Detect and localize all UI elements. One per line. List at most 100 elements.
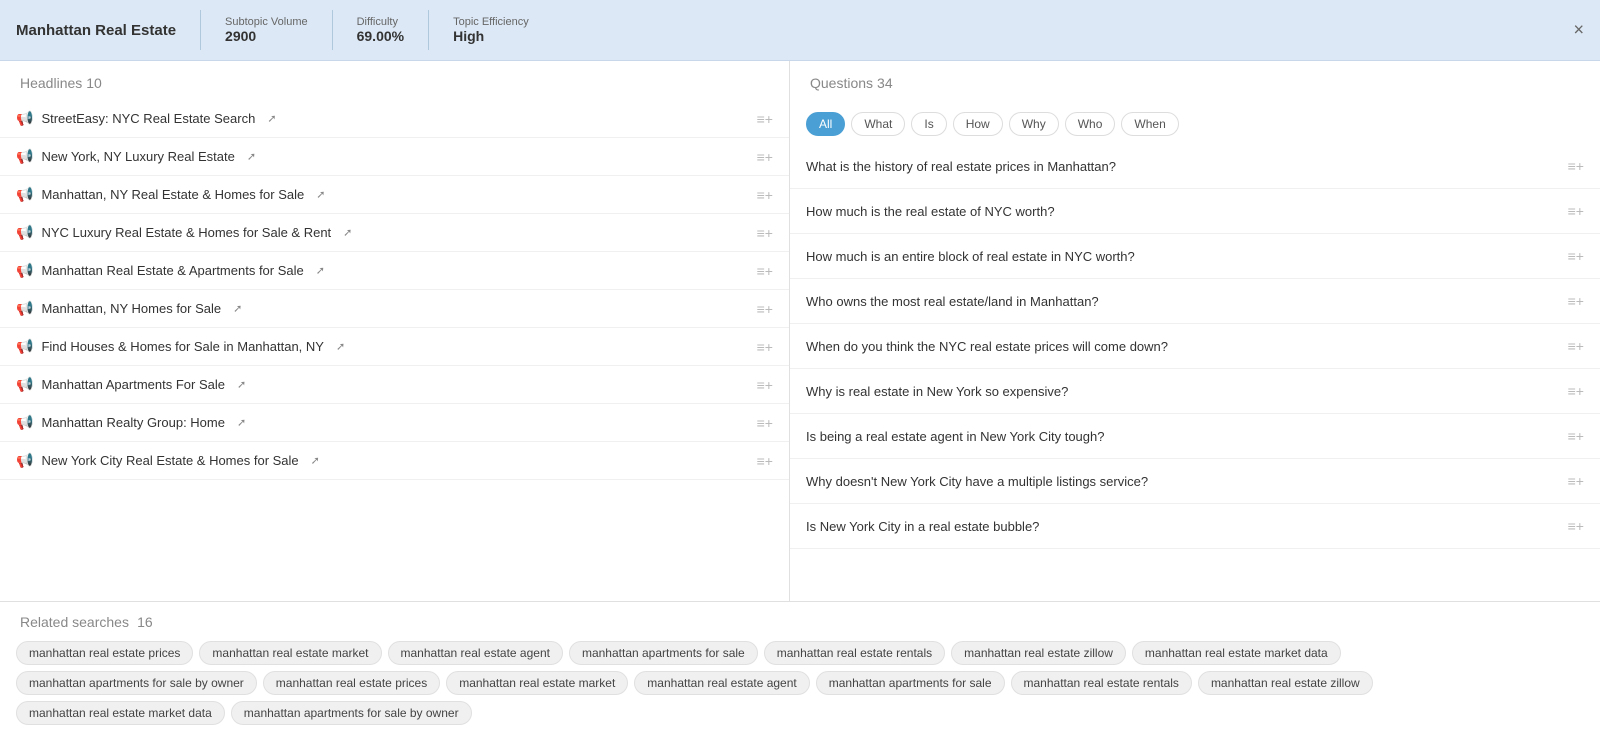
question-action-icon[interactable]: ≡+ [1568,383,1584,399]
headline-item[interactable]: 📢 StreetEasy: NYC Real Estate Search ➚ ≡… [0,100,789,138]
related-tag[interactable]: manhattan real estate market [446,671,628,695]
question-action-icon[interactable]: ≡+ [1568,338,1584,354]
list-action-icon[interactable]: ≡+ [757,301,773,317]
filter-button-all[interactable]: All [806,112,845,136]
topic-efficiency: Topic Efficiency High [453,16,529,44]
headline-text: NYC Luxury Real Estate & Homes for Sale … [41,225,331,240]
external-link-icon[interactable]: ➚ [336,340,345,353]
related-tag[interactable]: manhattan real estate agent [388,641,563,665]
question-item[interactable]: Is being a real estate agent in New York… [790,414,1600,459]
list-action-icon[interactable]: ≡+ [757,149,773,165]
related-tag[interactable]: manhattan real estate rentals [764,641,945,665]
question-action-icon[interactable]: ≡+ [1568,428,1584,444]
subtopic-volume-value: 2900 [225,28,308,44]
external-link-icon[interactable]: ➚ [233,302,242,315]
list-action-icon[interactable]: ≡+ [757,111,773,127]
list-action-icon[interactable]: ≡+ [757,187,773,203]
headline-item[interactable]: 📢 Manhattan Apartments For Sale ➚ ≡+ [0,366,789,404]
external-link-icon[interactable]: ➚ [343,226,352,239]
megaphone-icon: 📢 [16,452,33,469]
question-item[interactable]: How much is the real estate of NYC worth… [790,189,1600,234]
headline-text: Manhattan Apartments For Sale [41,377,225,392]
panels-row: Headlines10 📢 StreetEasy: NYC Real Estat… [0,61,1600,601]
close-button[interactable]: × [1573,20,1584,41]
related-tag[interactable]: manhattan apartments for sale [816,671,1005,695]
related-tag[interactable]: manhattan real estate rentals [1011,671,1192,695]
divider3 [428,10,429,50]
headline-item[interactable]: 📢 Manhattan Real Estate & Apartments for… [0,252,789,290]
external-link-icon[interactable]: ➚ [237,378,246,391]
topic-title: Manhattan Real Estate [16,22,176,39]
related-tag[interactable]: manhattan real estate market data [1132,641,1341,665]
question-item[interactable]: What is the history of real estate price… [790,144,1600,189]
list-action-icon[interactable]: ≡+ [757,453,773,469]
headline-text: Manhattan, NY Real Estate & Homes for Sa… [41,187,304,202]
related-tag[interactable]: manhattan real estate zillow [951,641,1126,665]
question-action-icon[interactable]: ≡+ [1568,293,1584,309]
list-action-icon[interactable]: ≡+ [757,263,773,279]
headline-item[interactable]: 📢 NYC Luxury Real Estate & Homes for Sal… [0,214,789,252]
question-item[interactable]: Why doesn't New York City have a multipl… [790,459,1600,504]
headline-text: Find Houses & Homes for Sale in Manhatta… [41,339,324,354]
related-tag[interactable]: manhattan apartments for sale [569,641,758,665]
related-tag[interactable]: manhattan real estate prices [16,641,193,665]
list-action-icon[interactable]: ≡+ [757,339,773,355]
divider2 [332,10,333,50]
headline-item[interactable]: 📢 New York City Real Estate & Homes for … [0,442,789,480]
efficiency-label: Topic Efficiency [453,16,529,28]
filter-button-who[interactable]: Who [1065,112,1116,136]
related-count: 16 [137,614,153,630]
question-item[interactable]: When do you think the NYC real estate pr… [790,324,1600,369]
headline-item[interactable]: 📢 Manhattan, NY Real Estate & Homes for … [0,176,789,214]
filter-button-is[interactable]: Is [911,112,946,136]
question-text: What is the history of real estate price… [806,159,1116,174]
efficiency-section: Topic Efficiency High [453,16,529,44]
external-link-icon[interactable]: ➚ [311,454,320,467]
question-action-icon[interactable]: ≡+ [1568,518,1584,534]
question-action-icon[interactable]: ≡+ [1568,473,1584,489]
app-container: Manhattan Real Estate Subtopic Volume 29… [0,0,1600,737]
question-action-icon[interactable]: ≡+ [1568,248,1584,264]
question-action-icon[interactable]: ≡+ [1568,203,1584,219]
external-link-icon[interactable]: ➚ [316,188,325,201]
headline-item[interactable]: 📢 Manhattan, NY Homes for Sale ➚ ≡+ [0,290,789,328]
subtopic-volume-label: Subtopic Volume [225,16,308,28]
related-tag[interactable]: manhattan real estate prices [263,671,440,695]
headlines-panel: Headlines10 📢 StreetEasy: NYC Real Estat… [0,61,790,601]
question-text: Why doesn't New York City have a multipl… [806,474,1148,489]
headline-text: New York, NY Luxury Real Estate [41,149,234,164]
question-action-icon[interactable]: ≡+ [1568,158,1584,174]
list-action-icon[interactable]: ≡+ [757,415,773,431]
headlines-list: 📢 StreetEasy: NYC Real Estate Search ➚ ≡… [0,100,789,480]
list-action-icon[interactable]: ≡+ [757,225,773,241]
question-item[interactable]: How much is an entire block of real esta… [790,234,1600,279]
external-link-icon[interactable]: ➚ [237,416,246,429]
efficiency-value: High [453,28,529,44]
headline-left: 📢 Manhattan Real Estate & Apartments for… [16,262,325,279]
external-link-icon[interactable]: ➚ [247,150,256,163]
related-tag[interactable]: manhattan real estate market [199,641,381,665]
external-link-icon[interactable]: ➚ [267,112,276,125]
megaphone-icon: 📢 [16,262,33,279]
headline-left: 📢 NYC Luxury Real Estate & Homes for Sal… [16,224,352,241]
filter-button-what[interactable]: What [851,112,905,136]
filter-button-why[interactable]: Why [1009,112,1059,136]
headline-item[interactable]: 📢 New York, NY Luxury Real Estate ➚ ≡+ [0,138,789,176]
related-tag[interactable]: manhattan apartments for sale by owner [231,701,472,725]
filter-button-how[interactable]: How [953,112,1003,136]
related-tag[interactable]: manhattan real estate zillow [1198,671,1373,695]
external-link-icon[interactable]: ➚ [316,264,325,277]
headline-item[interactable]: 📢 Manhattan Realty Group: Home ➚ ≡+ [0,404,789,442]
questions-list: What is the history of real estate price… [790,144,1600,549]
related-tag[interactable]: manhattan apartments for sale by owner [16,671,257,695]
headline-item[interactable]: 📢 Find Houses & Homes for Sale in Manhat… [0,328,789,366]
list-action-icon[interactable]: ≡+ [757,377,773,393]
filter-button-when[interactable]: When [1121,112,1178,136]
question-item[interactable]: Is New York City in a real estate bubble… [790,504,1600,549]
question-text: Is being a real estate agent in New York… [806,429,1104,444]
question-item[interactable]: Why is real estate in New York so expens… [790,369,1600,414]
related-tag[interactable]: manhattan real estate market data [16,701,225,725]
related-tag[interactable]: manhattan real estate agent [634,671,809,695]
question-item[interactable]: Who owns the most real estate/land in Ma… [790,279,1600,324]
headline-text: New York City Real Estate & Homes for Sa… [41,453,298,468]
